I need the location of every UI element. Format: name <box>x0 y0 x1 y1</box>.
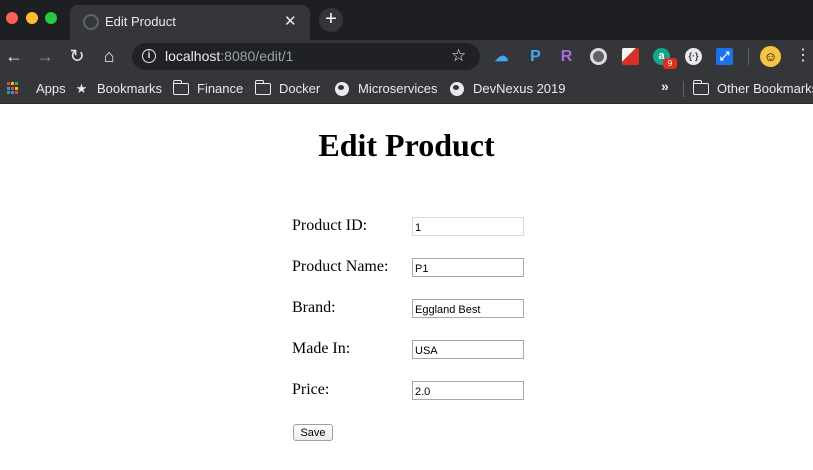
folder-icon <box>692 79 709 95</box>
folder-icon <box>254 79 271 95</box>
forward-arrow-icon[interactable]: → <box>34 45 56 67</box>
url-text[interactable]: localhost:8080/edit/1 <box>165 48 293 64</box>
dev-tools-extension-icon[interactable]: {·} <box>685 48 702 65</box>
bookmark-docker[interactable]: Docker <box>254 79 321 97</box>
expand-extension-icon[interactable]: ⤢ <box>716 48 733 65</box>
circle-extension-icon[interactable] <box>590 48 607 65</box>
kebab-menu-icon[interactable]: ⋮ <box>795 46 811 66</box>
star-icon: ★ <box>75 81 88 96</box>
tab-edit-product[interactable]: Edit Product ✕ <box>70 5 310 40</box>
bookmark-label: Bookmarks <box>97 81 163 96</box>
made-in-field[interactable] <box>412 340 524 359</box>
p-extension-icon[interactable]: P <box>527 48 544 65</box>
save-button[interactable]: Save <box>293 424 333 441</box>
site-info-icon[interactable]: i <box>142 49 156 63</box>
product-name-field[interactable] <box>412 258 524 277</box>
bookmark-apps[interactable]: Apps <box>7 80 66 97</box>
window-maximize-button[interactable] <box>45 12 57 24</box>
tab-title: Edit Product <box>105 14 176 29</box>
bookmark-label: Finance <box>197 81 244 96</box>
bookmark-label: Microservices <box>358 81 438 96</box>
bookmark-microservices[interactable]: Microservices <box>335 80 437 97</box>
url-host: localhost <box>165 48 221 64</box>
bookmark-bookmarks[interactable]: ★ Bookmarks <box>74 80 162 97</box>
profile-avatar[interactable]: ☺ <box>760 46 781 67</box>
url-path: :8080/edit/1 <box>220 48 294 64</box>
reload-icon[interactable]: ↻ <box>66 45 88 67</box>
price-label: Price: <box>292 381 330 398</box>
bookmark-other-bookmarks[interactable]: Other Bookmarks <box>692 79 813 97</box>
bookmarks-divider <box>683 81 684 97</box>
cloud-extension-icon[interactable]: ☁ <box>493 48 510 65</box>
bookmark-devnexus[interactable]: DevNexus 2019 <box>450 80 566 97</box>
bookmark-label: Other Bookmarks <box>717 81 813 96</box>
bookmarks-overflow-icon[interactable]: » <box>661 78 669 94</box>
bookmark-label: Apps <box>36 81 66 96</box>
tab-strip: Edit Product ✕ + <box>0 0 813 40</box>
extension-badge: 9 <box>663 58 677 69</box>
page-title: Edit Product <box>318 127 495 163</box>
tab-loading-icon <box>83 14 99 30</box>
color-picker-extension-icon[interactable] <box>622 48 639 65</box>
bookmark-star-icon[interactable]: ☆ <box>451 46 466 66</box>
address-bar[interactable]: i localhost:8080/edit/1 ☆ <box>132 43 480 70</box>
window-minimize-button[interactable] <box>26 12 38 24</box>
bookmark-label: Docker <box>279 81 321 96</box>
brand-label: Brand: <box>292 299 336 316</box>
folder-icon <box>172 79 189 95</box>
product-id-label: Product ID: <box>292 217 368 234</box>
home-icon[interactable]: ⌂ <box>98 45 120 67</box>
apps-grid-icon <box>7 82 20 95</box>
bookmark-finance[interactable]: Finance <box>172 79 244 97</box>
window-close-button[interactable] <box>6 12 18 24</box>
globe-icon <box>335 81 349 96</box>
product-id-field[interactable] <box>412 217 524 236</box>
bookmarks-bar: Apps ★ Bookmarks Finance Docker Microser… <box>0 73 813 104</box>
product-name-label: Product Name: <box>292 258 389 275</box>
bookmark-label: DevNexus 2019 <box>473 81 566 96</box>
toolbar-divider <box>748 48 749 65</box>
price-field[interactable] <box>412 381 524 400</box>
new-tab-button[interactable]: + <box>319 8 343 32</box>
tab-close-icon[interactable]: ✕ <box>284 12 297 30</box>
browser-toolbar: ← → ↻ ⌂ i localhost:8080/edit/1 ☆ ☁ P R … <box>0 40 813 73</box>
r-extension-icon[interactable]: R <box>558 48 575 65</box>
made-in-label: Made In: <box>292 340 351 357</box>
brand-field[interactable] <box>412 299 524 318</box>
back-arrow-icon[interactable]: ← <box>3 45 25 67</box>
globe-icon <box>450 81 464 96</box>
